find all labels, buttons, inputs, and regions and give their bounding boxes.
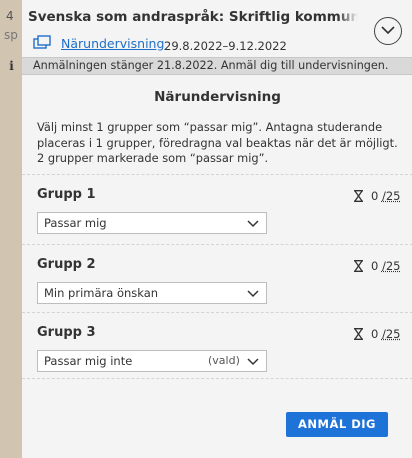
instruction-line: placeras i 1 grupper, föredragna val bea… <box>37 136 402 152</box>
teaching-mode-link[interactable]: Närundervisning <box>61 36 164 51</box>
select-value: Passar mig inte <box>44 354 132 368</box>
course-dates: 29.8.2022–9.12.2022 <box>164 39 287 53</box>
group-name: Grupp 2 <box>37 257 96 272</box>
group-name: Grupp 1 <box>37 187 96 202</box>
info-bar: i Anmälningen stänger 21.8.2022. Anmäl d… <box>22 57 412 75</box>
instruction-line: Välj minst 1 grupper som “passar mig”. A… <box>37 120 402 136</box>
select-tag: (vald) <box>208 354 240 367</box>
enrolment-panel: Svenska som andraspråk: Skriftlig kommun… <box>21 0 412 458</box>
instruction-line: 2 grupper markerade som “passar mig”. <box>37 151 402 167</box>
group-row: Grupp 3 0 /25 Passar mig inte (vald) <box>22 312 412 382</box>
preference-select[interactable]: Min primära önskan <box>37 282 267 304</box>
enrolment-count: 0 /25 <box>371 189 401 203</box>
chevron-down-icon <box>247 220 259 228</box>
enrolment-count: 0 /25 <box>371 327 401 341</box>
chevron-down-icon <box>247 358 259 366</box>
list-item-fragment: sp <box>4 28 18 42</box>
list-item-number: 4 <box>6 9 14 23</box>
hourglass-icon <box>353 190 364 202</box>
info-icon: i <box>1 58 22 74</box>
select-value: Min primära önskan <box>44 286 158 300</box>
chevron-down-icon <box>247 290 259 298</box>
group-name: Grupp 3 <box>37 325 96 340</box>
screens-icon <box>33 35 52 50</box>
select-value: Passar mig <box>44 216 107 230</box>
collapse-button[interactable] <box>374 17 402 45</box>
group-row: Grupp 1 0 /25 Passar mig <box>22 174 412 244</box>
submit-area: ANMÄL DIG <box>22 378 412 458</box>
course-title: Svenska som andraspråk: Skriftlig kommun… <box>28 9 358 25</box>
enrolment-count: 0 /25 <box>371 259 401 273</box>
preference-select[interactable]: Passar mig inte (vald) <box>37 350 267 372</box>
enrol-button[interactable]: ANMÄL DIG <box>286 412 388 437</box>
group-row: Grupp 2 0 /25 Min primära önskan <box>22 244 412 314</box>
info-text: Anmälningen stänger 21.8.2022. Anmäl dig… <box>33 59 388 73</box>
preference-select[interactable]: Passar mig <box>37 212 267 234</box>
section-title: Närundervisning <box>22 89 412 105</box>
chevron-down-icon <box>381 26 395 35</box>
hourglass-icon <box>353 328 364 340</box>
course-header: Svenska som andraspråk: Skriftlig kommun… <box>22 0 412 57</box>
hourglass-icon <box>353 260 364 272</box>
instructions: Välj minst 1 grupper som “passar mig”. A… <box>37 120 402 167</box>
